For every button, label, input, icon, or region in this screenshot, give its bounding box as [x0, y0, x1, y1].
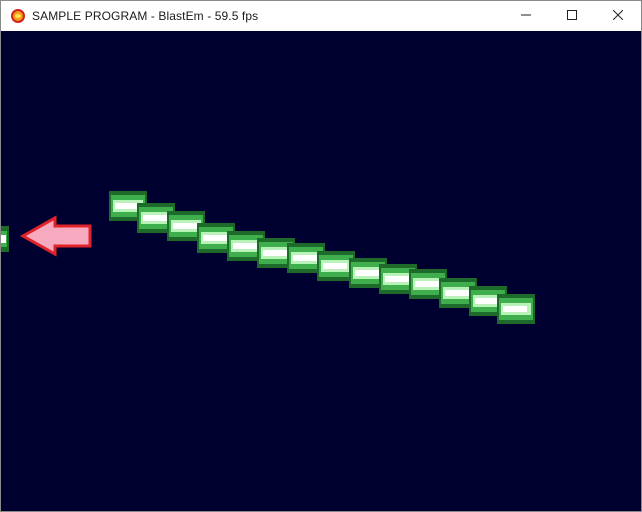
blastem-app-icon: [10, 8, 26, 24]
close-icon: [612, 7, 624, 25]
game-canvas: [1, 191, 535, 324]
arrow-sprite: [19, 215, 92, 257]
minimize-icon: [521, 7, 531, 25]
close-button[interactable]: [595, 1, 641, 31]
laser-segment: [1, 226, 9, 252]
window-title: SAMPLE PROGRAM - BlastEm - 59.5 fps: [32, 9, 259, 23]
maximize-button[interactable]: [549, 1, 595, 31]
emulator-window: SAMPLE PROGRAM - BlastEm - 59.5 fps: [0, 0, 642, 512]
maximize-icon: [567, 7, 577, 25]
window-controls: [503, 1, 641, 31]
laser-beam: [1, 191, 535, 324]
title-bar[interactable]: SAMPLE PROGRAM - BlastEm - 59.5 fps: [1, 1, 641, 31]
game-screen[interactable]: [1, 31, 641, 511]
minimize-button[interactable]: [503, 1, 549, 31]
laser-segment: [497, 294, 535, 324]
